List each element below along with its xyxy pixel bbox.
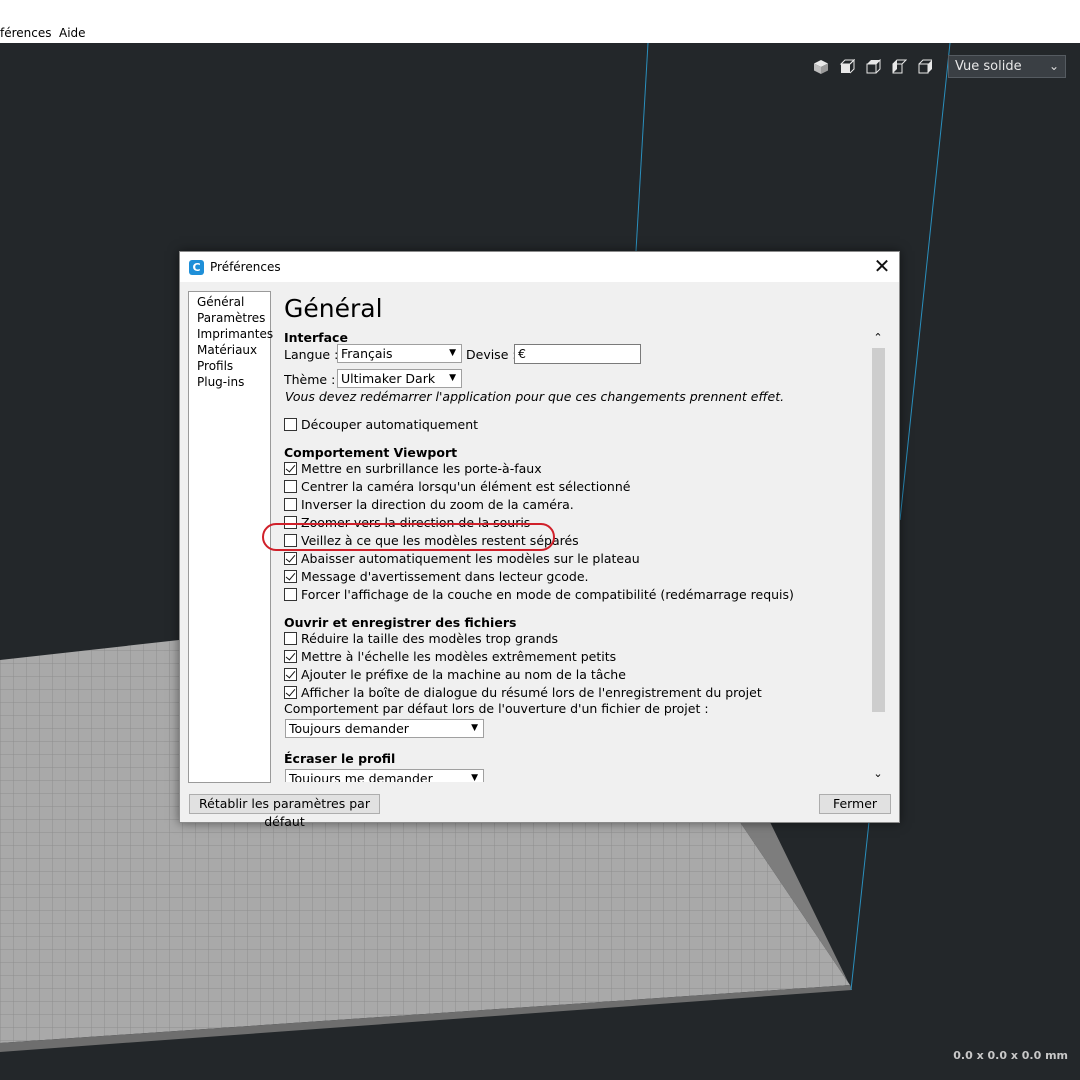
model-dimensions: 0.0 x 0.0 x 0.0 mm [953, 1049, 1068, 1062]
viewport-option-checkbox[interactable]: Inverser la direction du zoom de la camé… [284, 496, 574, 512]
menu-bar: férences Aide [0, 0, 1080, 43]
menu-help[interactable]: Aide [59, 26, 86, 40]
preferences-nav: Général Paramètres Imprimantes Matériaux… [188, 291, 273, 783]
checkbox-label: Réduire la taille des modèles trop grand… [301, 630, 559, 646]
language-select[interactable]: Français ▼ [337, 344, 462, 363]
page-title: Général [284, 294, 383, 323]
theme-select[interactable]: Ultimaker Dark ▼ [337, 369, 462, 388]
checkbox-label: Abaisser automatiquement les modèles sur… [301, 550, 640, 566]
checkbox-label: Découper automatiquement [301, 416, 479, 432]
viewport-option-checkbox[interactable]: Abaisser automatiquement les modèles sur… [284, 550, 640, 566]
checkbox-unchecked [284, 631, 297, 645]
checkbox-unchecked [284, 533, 297, 547]
right-view-icon[interactable] [914, 58, 936, 76]
checkbox-checked [284, 461, 297, 475]
checkbox-label: Forcer l'affichage de la couche en mode … [301, 586, 794, 602]
checkbox-checked [284, 649, 297, 663]
dropdown-arrow-icon: ▼ [471, 773, 478, 782]
checkbox-unchecked [284, 515, 297, 529]
cura-logo-icon: C [189, 260, 204, 275]
files-section-title: Ouvrir et enregistrer des fichiers [284, 615, 517, 630]
checkbox-label: Inverser la direction du zoom de la camé… [301, 496, 574, 512]
viewport-option-checkbox[interactable]: Centrer la caméra lorsqu'un élément est … [284, 478, 630, 494]
checkbox-unchecked [284, 479, 297, 493]
dialog-titlebar[interactable]: C Préférences ✕ [180, 252, 899, 282]
viewport-option-checkbox[interactable]: Message d'avertissement dans lecteur gco… [284, 568, 589, 584]
reset-defaults-button[interactable]: Rétablir les paramètres par défaut [189, 794, 380, 829]
checkbox-checked [284, 551, 297, 565]
viewport-option-checkbox[interactable]: Forcer l'affichage de la couche en mode … [284, 586, 794, 602]
dropdown-arrow-icon: ▼ [471, 723, 478, 733]
left-view-icon[interactable] [888, 58, 910, 76]
dialog-title: Préférences [210, 260, 281, 274]
checkbox-box [284, 417, 297, 431]
profile-overwrite-value: Toujours me demander [289, 771, 433, 782]
file-option-checkbox[interactable]: Mettre à l'échelle les modèles extrêmeme… [284, 648, 616, 664]
nav-item-printers[interactable]: Imprimantes [189, 326, 273, 342]
nav-item-plugins[interactable]: Plug-ins [189, 374, 270, 390]
checkbox-unchecked [284, 587, 297, 601]
checkbox-label: Mettre à l'échelle les modèles extrêmeme… [301, 648, 617, 664]
viewport-option-checkbox[interactable]: Mettre en surbrillance les porte-à-faux [284, 460, 542, 476]
front-view-icon[interactable] [836, 58, 858, 76]
dropdown-arrow-icon: ▼ [449, 373, 456, 383]
viewport-option-checkbox[interactable]: Zoomer vers la direction de la souris [284, 514, 530, 530]
camera-view-buttons [810, 58, 936, 76]
profile-overwrite-select[interactable]: Toujours me demander ▼ [285, 769, 484, 782]
theme-label: Thème : [284, 372, 336, 387]
file-option-checkbox[interactable]: Réduire la taille des modèles trop grand… [284, 630, 558, 646]
language-value: Français [341, 346, 393, 361]
currency-input[interactable]: € [514, 344, 641, 364]
checkbox-label: Mettre en surbrillance les porte-à-faux [301, 460, 542, 476]
view-mode-select[interactable]: Vue solide ⌄ [948, 55, 1066, 78]
checkbox-label: Centrer la caméra lorsqu'un élément est … [301, 478, 631, 494]
currency-label: Devise : [466, 347, 517, 362]
top-view-icon[interactable] [862, 58, 884, 76]
build-volume-line-bottom [850, 821, 870, 991]
close-button[interactable]: Fermer [819, 794, 891, 814]
project-behavior-select[interactable]: Toujours demander ▼ [285, 719, 484, 738]
theme-value: Ultimaker Dark [341, 371, 436, 386]
scroll-down-icon[interactable]: ⌄ [870, 768, 886, 780]
nav-item-profiles[interactable]: Profils [189, 358, 270, 374]
view-mode-value: Vue solide [955, 59, 1022, 74]
settings-scrollbar[interactable]: ⌃ ⌄ [870, 332, 886, 782]
checkbox-checked [284, 667, 297, 681]
dropdown-arrow-icon: ▼ [449, 348, 456, 358]
chevron-down-icon: ⌄ [1048, 59, 1059, 73]
checkbox-unchecked [284, 497, 297, 511]
auto-slice-checkbox[interactable]: Découper automatiquement [284, 416, 478, 432]
profile-section-title: Écraser le profil [284, 751, 396, 766]
checkbox-label: Message d'avertissement dans lecteur gco… [301, 568, 589, 584]
build-volume-line-left [635, 43, 649, 252]
cube-3d-icon[interactable] [810, 58, 832, 76]
viewport-option-checkbox[interactable]: Veillez à ce que les modèles restent sép… [284, 532, 579, 548]
scroll-thumb[interactable] [872, 348, 885, 712]
menu-preferences[interactable]: férences [0, 26, 52, 40]
general-settings-panel: Général Interface Langue : Français ▼ De… [284, 294, 868, 782]
project-behavior-label: Comportement par défaut lors de l'ouvert… [284, 701, 709, 716]
checkbox-checked [284, 685, 297, 699]
interface-section-title: Interface [284, 330, 348, 345]
scroll-up-icon[interactable]: ⌃ [870, 332, 886, 344]
checkbox-label: Ajouter le préfixe de la machine au nom … [301, 666, 626, 682]
checkbox-checked [284, 569, 297, 583]
nav-item-general[interactable]: Général [189, 294, 270, 310]
restart-note: Vous devez redémarrer l'application pour… [285, 389, 785, 404]
file-option-checkbox[interactable]: Ajouter le préfixe de la machine au nom … [284, 666, 626, 682]
preferences-dialog: C Préférences ✕ Général Paramètres Impri… [179, 251, 900, 829]
build-volume-line-right [899, 43, 951, 521]
checkbox-label: Veillez à ce que les modèles restent sép… [301, 532, 579, 548]
language-label: Langue : [284, 347, 339, 362]
close-icon[interactable]: ✕ [871, 256, 893, 278]
viewport-section-title: Comportement Viewport [284, 445, 458, 460]
project-behavior-value: Toujours demander [289, 721, 409, 736]
checkbox-label: Afficher la boîte de dialogue du résumé … [301, 684, 762, 700]
file-option-checkbox[interactable]: Afficher la boîte de dialogue du résumé … [284, 684, 762, 700]
nav-item-settings[interactable]: Paramètres [189, 310, 270, 326]
nav-item-materials[interactable]: Matériaux [189, 342, 270, 358]
checkbox-label: Zoomer vers la direction de la souris [301, 514, 531, 530]
